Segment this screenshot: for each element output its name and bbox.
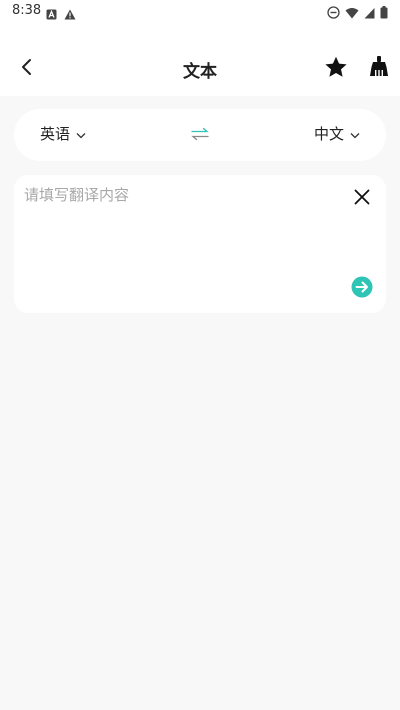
clear-input-button[interactable] — [350, 187, 374, 211]
swap-languages-button[interactable] — [190, 125, 210, 145]
target-language-select[interactable]: 中文 — [314, 123, 360, 144]
warning-icon — [64, 5, 76, 24]
source-language-label: 英语 — [40, 125, 71, 143]
signal-icon — [364, 4, 375, 23]
arrow-right-circle-icon — [351, 276, 373, 302]
favorite-button[interactable] — [323, 56, 349, 82]
chevron-down-icon — [76, 125, 86, 143]
status-bar: 8:38 — [0, 0, 400, 24]
app-a-icon — [46, 5, 57, 24]
broom-icon — [369, 55, 389, 81]
clean-button[interactable] — [366, 55, 392, 81]
status-time: 8:38 — [12, 3, 42, 18]
translate-submit-button[interactable] — [351, 276, 373, 302]
wifi-icon — [345, 4, 359, 23]
language-bar: 英语 中文 — [14, 109, 386, 161]
close-icon — [354, 189, 370, 209]
star-icon — [324, 56, 348, 83]
status-left-icons — [46, 5, 76, 24]
battery-icon — [380, 4, 388, 23]
source-language-select[interactable]: 英语 — [40, 123, 86, 144]
translation-input-card — [14, 175, 386, 313]
status-right-icons — [327, 4, 388, 23]
header: 文本 — [0, 24, 400, 96]
target-language-label: 中文 — [313, 125, 344, 143]
swap-arrows-icon — [191, 126, 209, 145]
translation-input[interactable] — [24, 183, 344, 273]
chevron-down-icon — [350, 125, 360, 143]
do-not-disturb-icon — [327, 4, 340, 23]
